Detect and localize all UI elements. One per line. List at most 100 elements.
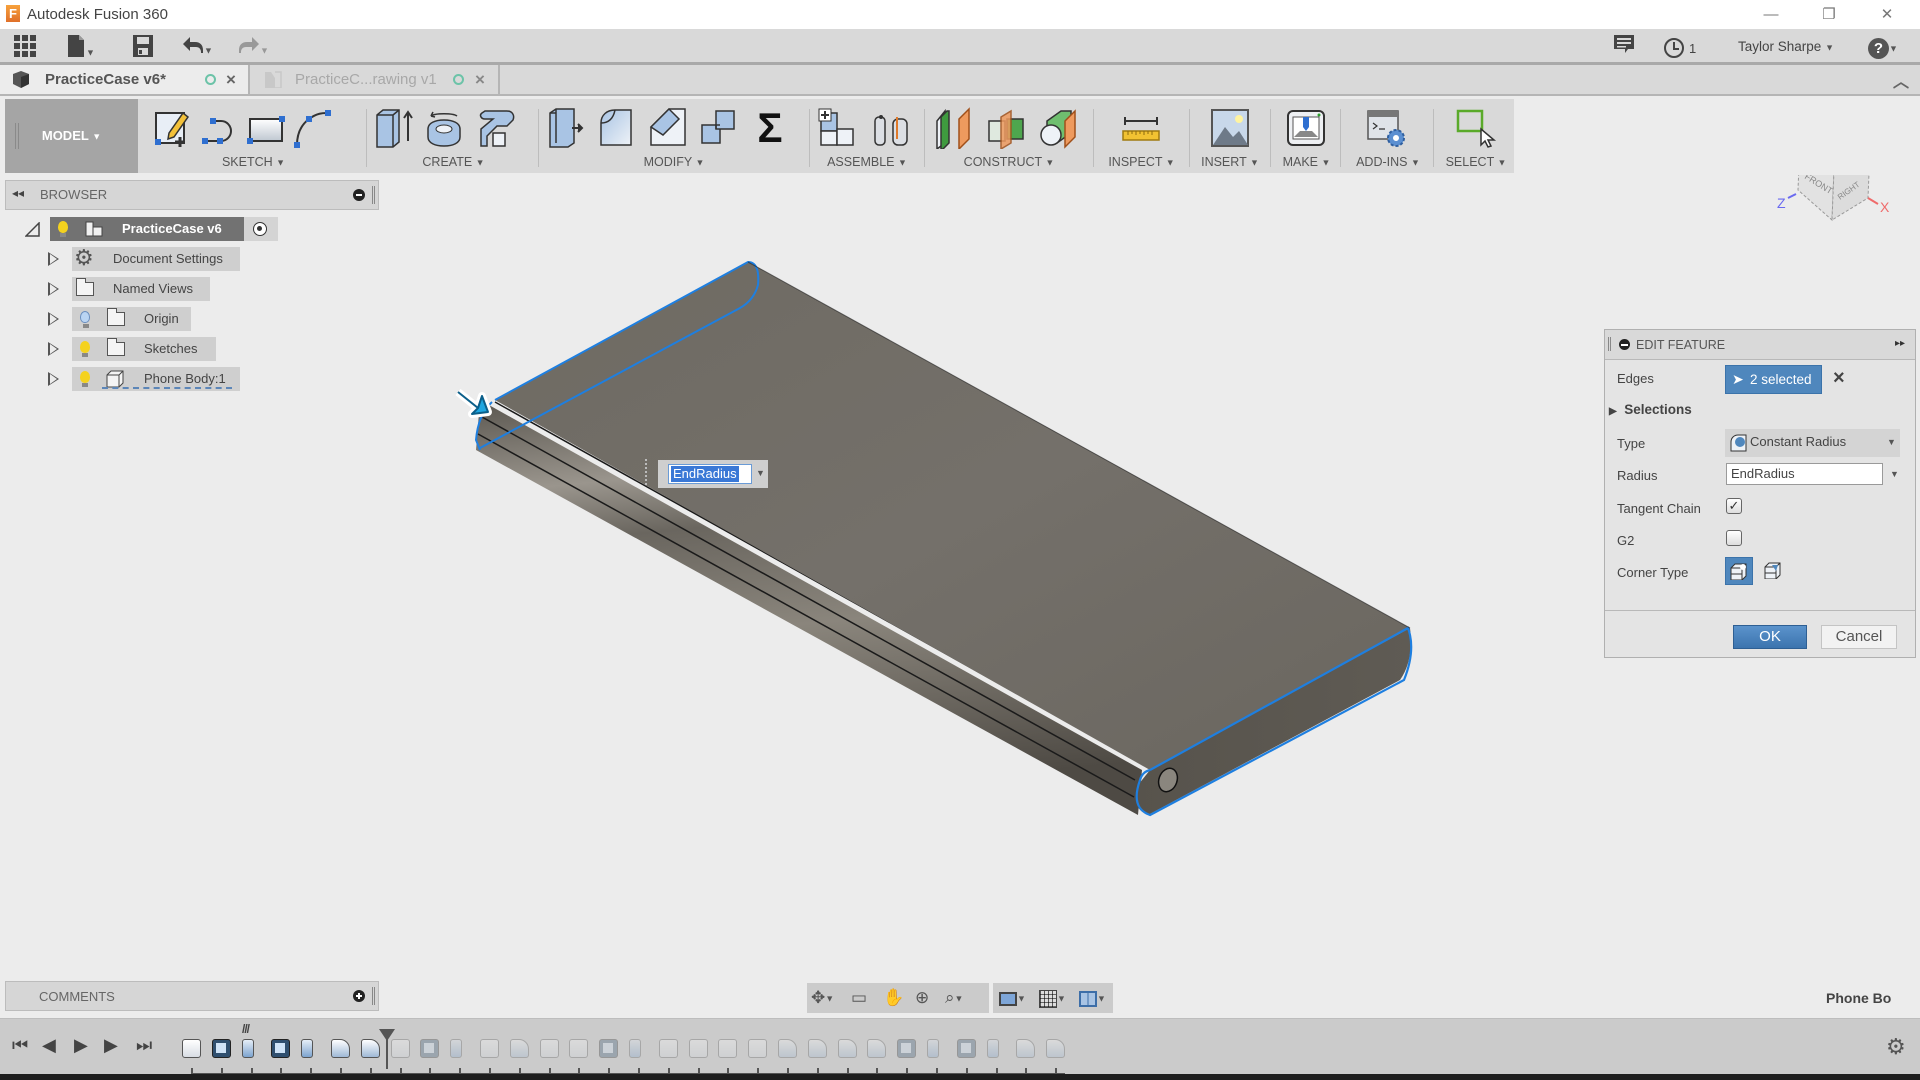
play-button[interactable]: ▶	[74, 1035, 88, 1056]
go-to-start-button[interactable]: ⏮	[12, 1035, 28, 1056]
offset-plane-icon[interactable]	[933, 107, 975, 149]
spline-tool-icon[interactable]	[291, 107, 333, 149]
timeline-feature-fillet[interactable]	[867, 1039, 886, 1058]
insert-image-icon[interactable]	[1209, 107, 1251, 149]
grid-settings-icon[interactable]: ▼	[1039, 988, 1066, 1008]
step-back-button[interactable]: ◀	[42, 1035, 56, 1056]
clear-selection-button[interactable]: ×	[1833, 367, 1845, 390]
timeline-feature-body[interactable]	[182, 1039, 201, 1058]
add-comment-button[interactable]	[353, 990, 365, 1002]
close-window-button[interactable]: ✕	[1864, 3, 1910, 27]
timeline-feature-sketch[interactable]	[897, 1039, 916, 1058]
job-status-button[interactable]: 1	[1664, 35, 1696, 59]
pan-hand-icon[interactable]: ✋	[883, 988, 904, 1008]
timeline-feature-move[interactable]	[659, 1039, 678, 1058]
create-sketch-icon[interactable]	[153, 107, 195, 149]
combine-icon[interactable]	[698, 107, 740, 149]
select-menu-button[interactable]: SELECT ▼	[1438, 155, 1514, 169]
close-tab-button[interactable]: ×	[475, 65, 485, 94]
notification-icon[interactable]	[1614, 35, 1634, 59]
timeline-feature-sketch[interactable]	[957, 1039, 976, 1058]
panel-grip-icon[interactable]	[372, 987, 375, 1005]
timeline-marker[interactable]	[379, 1029, 395, 1069]
timeline-feature-extrude[interactable]	[629, 1039, 641, 1058]
tangent-plane-icon[interactable]	[1037, 107, 1079, 149]
save-button[interactable]	[133, 35, 153, 59]
go-to-end-button[interactable]: ⏭	[136, 1035, 152, 1056]
create-menu-button[interactable]: CREATE ▼	[371, 155, 536, 169]
3d-print-icon[interactable]	[1285, 107, 1327, 149]
timeline-feature-fillet[interactable]	[1046, 1039, 1065, 1058]
corner-type-rolling-ball-button[interactable]	[1725, 557, 1753, 585]
timeline-feature-mirror[interactable]	[540, 1039, 559, 1058]
close-tab-button[interactable]: ×	[226, 65, 236, 94]
timeline-settings-gear-icon[interactable]: ⚙	[1886, 1034, 1906, 1060]
minimize-button[interactable]: —	[1748, 3, 1794, 27]
undo-button[interactable]: ▼	[182, 35, 213, 59]
user-menu-button[interactable]: Taylor Sharpe ▼	[1738, 35, 1834, 59]
revolve-icon[interactable]	[423, 107, 465, 149]
chevron-down-icon[interactable]: ▼	[756, 468, 765, 478]
ok-button[interactable]: OK	[1733, 625, 1807, 649]
timeline-feature-extrude[interactable]	[301, 1039, 313, 1058]
g2-checkbox[interactable]	[1726, 530, 1742, 546]
radius-input[interactable]: EndRadius	[1726, 463, 1883, 485]
timeline-feature-body[interactable]	[718, 1039, 737, 1058]
timeline-feature-fillet[interactable]	[1016, 1039, 1035, 1058]
display-settings-icon[interactable]: ▼	[999, 988, 1026, 1008]
fillet-icon[interactable]	[595, 107, 637, 149]
extrude-icon[interactable]	[373, 107, 415, 149]
timeline-feature-fillet[interactable]	[838, 1039, 857, 1058]
timeline-feature-fillet[interactable]	[361, 1039, 380, 1058]
rectangle-tool-icon[interactable]	[245, 107, 287, 149]
workspace-switcher[interactable]: MODEL ▼	[5, 99, 138, 173]
midplane-icon[interactable]	[985, 107, 1027, 149]
modify-menu-button[interactable]: MODIFY ▼	[543, 155, 805, 169]
tab-practicecase[interactable]: PracticeCase v6* ×	[0, 65, 250, 94]
timeline-feature-mirror[interactable]	[689, 1039, 708, 1058]
tab-practicecase-drawing[interactable]: PracticeC...rawing v1 ×	[250, 65, 500, 94]
timeline-feature-sketch[interactable]	[420, 1039, 439, 1058]
grid-apps-icon[interactable]	[14, 35, 36, 59]
line-tool-icon[interactable]	[199, 107, 241, 149]
timeline-feature-extrude[interactable]	[927, 1039, 939, 1058]
step-forward-button[interactable]: ▶	[104, 1035, 118, 1056]
timeline-feature-fillet[interactable]	[331, 1039, 350, 1058]
selections-expander[interactable]: ▶ Selections	[1609, 402, 1692, 417]
press-pull-icon[interactable]	[544, 107, 586, 149]
timeline-feature-body[interactable]	[391, 1039, 410, 1058]
timeline-feature-mirror[interactable]	[569, 1039, 588, 1058]
file-menu-button[interactable]: ▼	[68, 35, 95, 59]
parameters-sigma-icon[interactable]: Σ	[749, 107, 791, 149]
inline-radius-input[interactable]: EndRadius	[668, 464, 752, 484]
orbit-icon[interactable]: ✥▼	[811, 988, 834, 1008]
construct-menu-button[interactable]: CONSTRUCT ▼	[929, 155, 1089, 169]
timeline-feature-fillet[interactable]	[778, 1039, 797, 1058]
collapse-toolbar-button[interactable]: ︿	[1893, 68, 1909, 92]
zoom-icon[interactable]: ⊕	[915, 988, 929, 1008]
fit-window-icon[interactable]: ⌕▼	[945, 988, 963, 1008]
expand-dialog-button[interactable]: ▸▸	[1895, 338, 1905, 349]
collapse-dialog-button[interactable]	[1619, 339, 1630, 350]
type-dropdown[interactable]: Constant Radius ▼	[1725, 429, 1900, 457]
timeline-feature-extrude[interactable]	[987, 1039, 999, 1058]
sketch-menu-button[interactable]: SKETCH ▼	[145, 155, 362, 169]
joint-icon[interactable]	[871, 107, 913, 149]
dialog-header[interactable]: EDIT FEATURE ▸▸	[1605, 330, 1915, 360]
timeline-feature-extrude[interactable]	[242, 1039, 254, 1058]
new-component-icon[interactable]	[817, 107, 859, 149]
window-select-icon[interactable]	[1455, 107, 1497, 149]
insert-menu-button[interactable]: INSERT ▼	[1194, 155, 1266, 169]
timeline-feature-sketch[interactable]	[212, 1039, 231, 1058]
sweep-icon[interactable]	[475, 107, 517, 149]
fillet-drag-arrow-icon[interactable]	[455, 388, 492, 418]
corner-type-setback-button[interactable]	[1760, 557, 1788, 585]
redo-button[interactable]: ▼	[238, 35, 269, 59]
timeline-feature-extrude[interactable]	[450, 1039, 462, 1058]
viewcube[interactable]: Y TOP FRONT RIGHT Z X	[1777, 175, 1890, 222]
cancel-button[interactable]: Cancel	[1821, 625, 1897, 649]
inline-input-grip[interactable]	[645, 459, 651, 485]
tangent-chain-checkbox[interactable]: ✓	[1726, 498, 1742, 514]
radius-dropdown-button[interactable]: ▼	[1890, 469, 1899, 479]
edges-selection-button[interactable]: ➤ 2 selected	[1725, 365, 1822, 394]
